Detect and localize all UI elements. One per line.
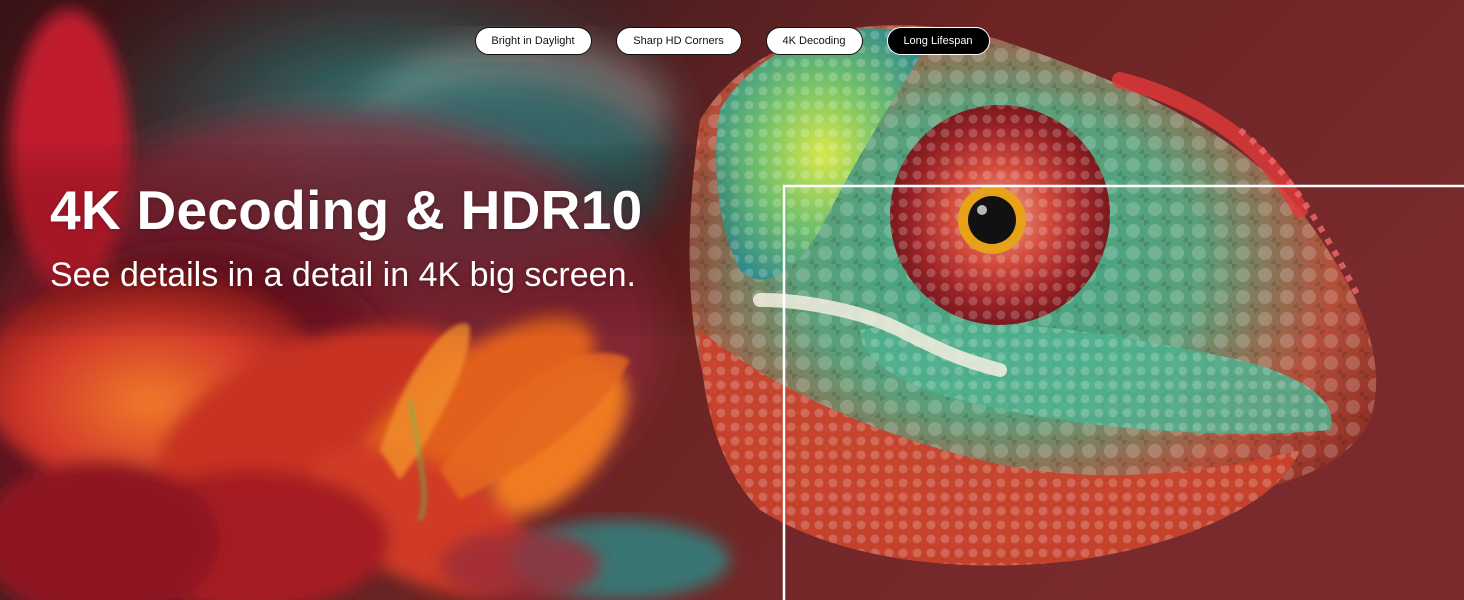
hero-title: 4K Decoding & HDR10 [50, 179, 643, 241]
tab-4k-decoding[interactable]: 4K Decoding [765, 27, 863, 55]
chameleon-hero-image [0, 0, 1464, 600]
feature-banner: Bright in Daylight Sharp HD Corners 4K D… [0, 0, 1464, 600]
tab-bright-in-daylight[interactable]: Bright in Daylight [474, 27, 592, 55]
feature-tabs: Bright in Daylight Sharp HD Corners 4K D… [0, 27, 1464, 55]
tab-sharp-hd-corners[interactable]: Sharp HD Corners [615, 27, 742, 55]
tab-long-lifespan[interactable]: Long Lifespan [886, 27, 990, 55]
hero-subtitle: See details in a detail in 4K big screen… [50, 256, 636, 294]
hero-text: 4K Decoding & HDR10 See details in a det… [50, 180, 642, 295]
